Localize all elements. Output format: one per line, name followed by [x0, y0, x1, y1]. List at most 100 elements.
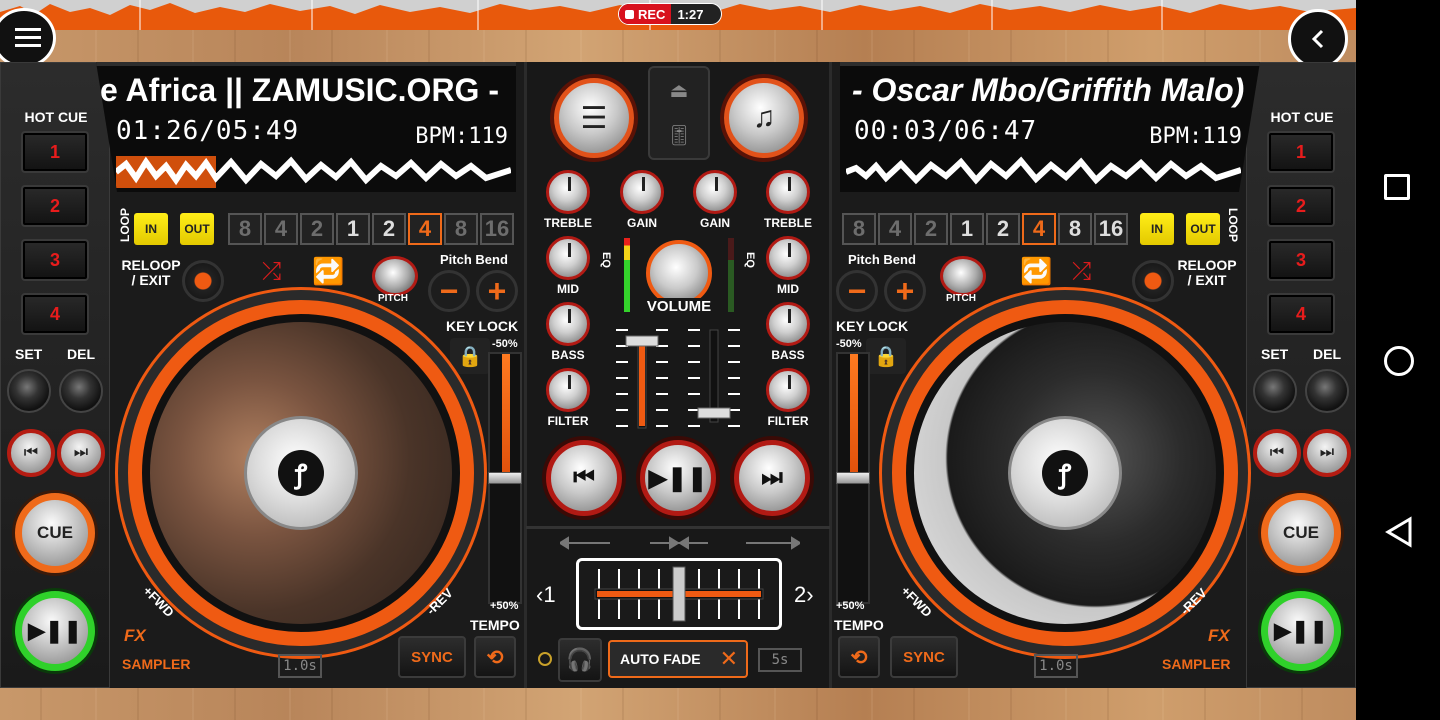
right-jog-wheel[interactable]: ꝭ — [892, 300, 1238, 646]
beat-loop-button-active[interactable]: 4 — [1022, 213, 1056, 245]
tempo-handle[interactable] — [836, 472, 870, 484]
key-lock-button[interactable]: 🔒 — [866, 338, 906, 374]
recording-indicator[interactable]: REC 1:27 — [618, 3, 722, 25]
gain-right-knob[interactable]: GAIN — [687, 170, 743, 230]
play-pause-button[interactable]: ▶❚❚ — [1261, 591, 1341, 671]
beat-loop-button[interactable]: 8 — [1058, 213, 1092, 245]
beat-loop-button[interactable]: 8 — [228, 213, 262, 245]
channel-1-fader[interactable] — [616, 326, 668, 430]
previous-track-button[interactable]: ⏮ — [546, 440, 622, 516]
tempo-slider[interactable] — [836, 352, 870, 604]
hot-cue-1-button[interactable]: 1 — [1267, 131, 1335, 173]
cue-button[interactable]: CUE — [15, 493, 95, 573]
filter-right-knob[interactable]: FILTER — [760, 368, 816, 428]
tempo-handle[interactable] — [488, 472, 522, 484]
treble-left-knob[interactable]: TREBLE — [540, 170, 596, 230]
next-cue-button[interactable]: ⏭ — [57, 429, 105, 477]
sync-button[interactable]: SYNC — [890, 636, 958, 678]
hot-cue-3-button[interactable]: 3 — [1267, 239, 1335, 281]
pitch-knob[interactable] — [372, 256, 418, 296]
delete-cue-button[interactable] — [1305, 369, 1349, 413]
hot-cue-4-button[interactable]: 4 — [1267, 293, 1335, 335]
sampler-button[interactable]: SAMPLER — [122, 656, 190, 672]
bass-left-knob[interactable]: BASS — [540, 302, 596, 362]
beat-loop-button-active[interactable]: 4 — [408, 213, 442, 245]
delete-cue-button[interactable] — [59, 369, 103, 413]
shuffle-icon[interactable]: ⤮ — [1072, 258, 1091, 286]
set-cue-button[interactable] — [7, 369, 51, 413]
master-volume-knob[interactable] — [646, 240, 712, 306]
next-cue-button[interactable]: ⏭ — [1303, 429, 1351, 477]
mid-right-knob[interactable]: MID — [760, 236, 816, 296]
music-library-button[interactable]: ♫ — [724, 78, 804, 158]
beat-loop-button[interactable]: 2 — [914, 213, 948, 245]
headphone-cue-button[interactable]: 🎧 — [558, 638, 602, 682]
beat-loop-button[interactable]: 1 — [950, 213, 984, 245]
beat-loop-button[interactable]: 8 — [444, 213, 478, 245]
master-play-pause-button[interactable]: ▶❚❚ — [640, 440, 716, 516]
tempo-reset-button[interactable]: ⟲ — [474, 636, 516, 678]
beat-loop-button[interactable]: 8 — [842, 213, 876, 245]
bass-right-knob[interactable]: BASS — [760, 302, 816, 362]
set-cue-button[interactable] — [1253, 369, 1297, 413]
beat-loop-button[interactable]: 16 — [1094, 213, 1128, 245]
prev-cue-button[interactable]: ⏮ — [1253, 429, 1301, 477]
sample-length[interactable]: 1.0s — [1034, 654, 1078, 678]
back-button[interactable] — [1288, 9, 1348, 69]
tempo-slider[interactable] — [488, 352, 522, 604]
beat-loop-button[interactable]: 2 — [372, 213, 406, 245]
pitch-bend-down-button[interactable]: − — [836, 270, 878, 312]
pitch-bend-down-button[interactable]: − — [428, 270, 470, 312]
track-waveform[interactable] — [846, 156, 1241, 188]
fx-label[interactable]: FX — [124, 626, 146, 646]
mixer-toggle-button[interactable]: ⏏ 🎚 — [648, 66, 710, 160]
recents-icon[interactable] — [1384, 174, 1410, 200]
reloop-exit-button[interactable] — [182, 260, 224, 302]
sampler-button[interactable]: SAMPLER — [1162, 656, 1230, 672]
home-icon[interactable] — [1384, 346, 1414, 376]
beat-loop-button[interactable]: 4 — [878, 213, 912, 245]
beat-loop-button[interactable]: 4 — [264, 213, 298, 245]
tempo-reset-button[interactable]: ⟲ — [838, 636, 880, 678]
playlist-button[interactable]: ☰ — [554, 78, 634, 158]
close-icon[interactable]: ✕ — [720, 646, 746, 672]
repeat-icon[interactable]: 🔁 — [1020, 256, 1052, 287]
left-track-display[interactable]: e Africa || ZAMUSIC.ORG - 01:26/05:49 BP… — [96, 62, 516, 192]
key-lock-button[interactable]: 🔒 — [450, 338, 490, 374]
treble-right-knob[interactable]: TREBLE — [760, 170, 816, 230]
hot-cue-4-button[interactable]: 4 — [21, 293, 89, 335]
pitch-bend-up-button[interactable]: + — [884, 270, 926, 312]
back-triangle-icon[interactable] — [1384, 516, 1414, 548]
prev-cue-button[interactable]: ⏮ — [7, 429, 55, 477]
hot-cue-2-button[interactable]: 2 — [1267, 185, 1335, 227]
play-pause-button[interactable]: ▶❚❚ — [15, 591, 95, 671]
shuffle-icon[interactable]: ⤮ — [262, 258, 281, 286]
filter-left-knob[interactable]: FILTER — [540, 368, 596, 428]
gain-left-knob[interactable]: GAIN — [614, 170, 670, 230]
beat-loop-button[interactable]: 1 — [336, 213, 370, 245]
pitch-knob[interactable] — [940, 256, 986, 296]
sync-button[interactable]: SYNC — [398, 636, 466, 678]
fx-label[interactable]: FX — [1208, 626, 1230, 646]
loop-in-button[interactable]: IN — [1140, 213, 1174, 245]
sample-length[interactable]: 1.0s — [278, 654, 322, 678]
hot-cue-3-button[interactable]: 3 — [21, 239, 89, 281]
hot-cue-1-button[interactable]: 1 — [21, 131, 89, 173]
channel-2-fader[interactable] — [688, 326, 740, 430]
beat-loop-button[interactable]: 2 — [300, 213, 334, 245]
loop-out-button[interactable]: OUT — [180, 213, 214, 245]
hot-cue-2-button[interactable]: 2 — [21, 185, 89, 227]
pitch-bend-up-button[interactable]: + — [476, 270, 518, 312]
left-jog-wheel[interactable]: ꝭ — [128, 300, 474, 646]
beat-loop-button[interactable]: 2 — [986, 213, 1020, 245]
auto-fade-duration[interactable]: 5s — [758, 648, 802, 672]
next-track-button[interactable]: ⏭ — [734, 440, 810, 516]
auto-fade-button[interactable]: AUTO FADE ✕ — [608, 640, 748, 678]
loop-in-button[interactable]: IN — [134, 213, 168, 245]
track-waveform[interactable] — [116, 156, 511, 188]
loop-out-button[interactable]: OUT — [1186, 213, 1220, 245]
repeat-icon[interactable]: 🔁 — [312, 256, 344, 287]
reloop-exit-button[interactable] — [1132, 260, 1174, 302]
right-track-display[interactable]: - Oscar Mbo/Griffith Malo) 00:03/06:47 B… — [840, 62, 1260, 192]
cue-button[interactable]: CUE — [1261, 493, 1341, 573]
